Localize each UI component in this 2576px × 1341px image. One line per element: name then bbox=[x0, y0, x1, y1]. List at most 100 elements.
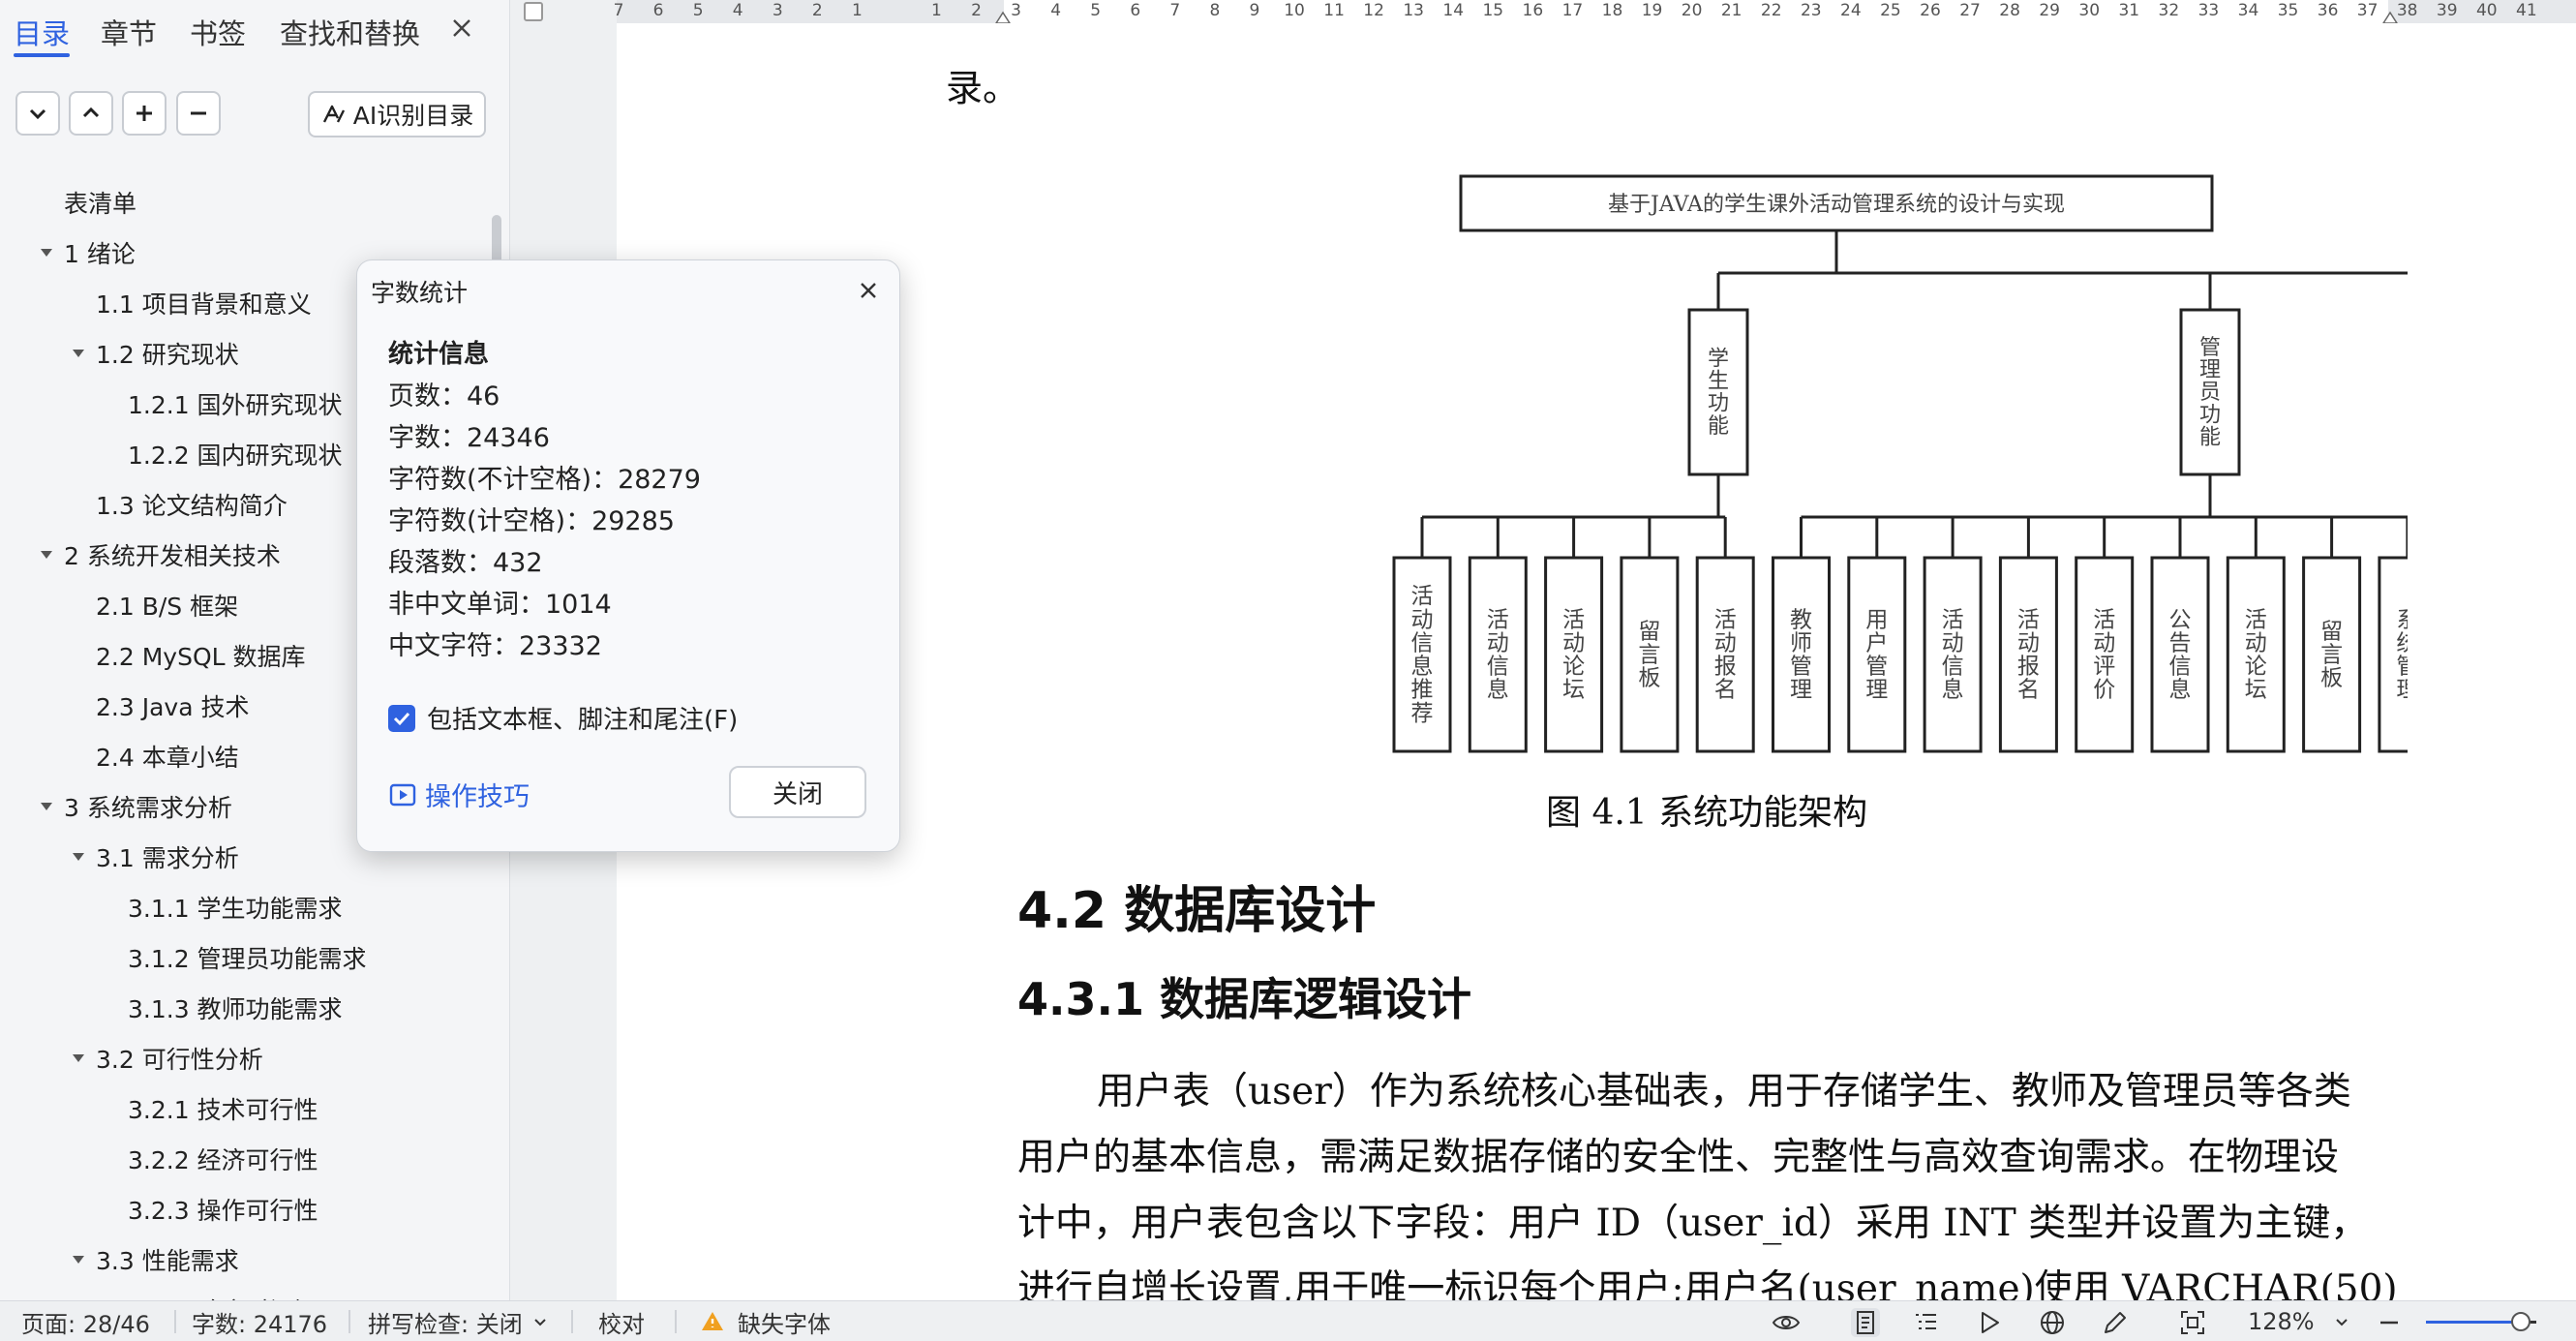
zoom-slider-knob[interactable] bbox=[2511, 1312, 2531, 1331]
ruler-number: 36 bbox=[2317, 1, 2339, 20]
right-indent-marker[interactable] bbox=[2381, 10, 2399, 24]
ruler-number: 40 bbox=[2475, 1, 2498, 20]
diagram-label: 管理员功能 bbox=[2199, 336, 2221, 449]
toc-item[interactable]: 1.2 研究现状 bbox=[96, 329, 239, 378]
toc-item[interactable]: 3.1.1 学生功能需求 bbox=[128, 883, 343, 931]
toc-item[interactable]: 3.1 需求分析 bbox=[96, 833, 239, 881]
paragraph-line: 进行自增长设置,用于唯一标识每个用户;用户名(user_name)使用 VARC… bbox=[1017, 1267, 2398, 1300]
proofread-button[interactable]: 校对 bbox=[598, 1301, 645, 1341]
tips-label: 操作技巧 bbox=[425, 782, 530, 812]
zoom-out-icon[interactable] bbox=[2375, 1308, 2404, 1337]
toc-item[interactable]: 2 系统开发相关技术 bbox=[64, 531, 281, 579]
figure-caption: 图 4.1 系统功能架构 bbox=[1546, 793, 1868, 833]
diagram-label: 系统管理 bbox=[2396, 607, 2408, 702]
page-view-icon[interactable] bbox=[1851, 1308, 1880, 1337]
tab-find-replace[interactable]: 查找和替换 bbox=[280, 12, 420, 52]
ruler-number: 27 bbox=[1959, 1, 1981, 20]
page-indicator[interactable]: 页面: 28/46 bbox=[21, 1301, 150, 1341]
minus-icon bbox=[191, 111, 206, 115]
dialog-close-icon[interactable] bbox=[854, 276, 883, 305]
toc-item[interactable]: 2.1 B/S 框架 bbox=[96, 581, 238, 629]
toc-item[interactable]: 3.3 性能需求 bbox=[96, 1235, 239, 1284]
ruler-number: 28 bbox=[1999, 1, 2020, 20]
toc-item[interactable]: 1.2.2 国内研究现状 bbox=[128, 430, 343, 478]
ruler-number: 4 bbox=[732, 1, 743, 20]
tab-bookmarks[interactable]: 书签 bbox=[190, 12, 246, 52]
toc-expand-caret-icon[interactable] bbox=[71, 849, 86, 865]
stat-paragraphs: 段落数：432 bbox=[388, 548, 543, 578]
stat-chars-no-spaces: 字符数(不计空格)：28279 bbox=[388, 465, 701, 495]
web-view-icon[interactable] bbox=[2038, 1308, 2067, 1337]
toc-expand-caret-icon[interactable] bbox=[39, 547, 54, 563]
toc-item[interactable]: 1.3 论文结构简介 bbox=[96, 480, 288, 529]
fit-page-icon[interactable] bbox=[2178, 1308, 2207, 1337]
ruler-number: 15 bbox=[1482, 1, 1504, 20]
toc-item[interactable]: 1 绪论 bbox=[64, 229, 136, 277]
document-page[interactable]: 录。 基于JAVA的学生课外活动管理系统的设计与实现学生功能管理员功能教师功能活… bbox=[617, 23, 2576, 1300]
diagram-label: 活动信息推荐 bbox=[1411, 584, 1434, 726]
collapse-down-button[interactable] bbox=[15, 91, 60, 136]
left-indent-marker[interactable] bbox=[994, 10, 1012, 24]
checkbox-label: 包括文本框、脚注和尾注(F) bbox=[427, 706, 739, 735]
toc-item[interactable]: 3.1.2 管理员功能需求 bbox=[128, 933, 367, 982]
play-video-icon bbox=[389, 783, 416, 806]
ruler-number: 29 bbox=[2039, 1, 2060, 20]
diagram-label: 活动报名 bbox=[1714, 607, 1737, 702]
ruler-number: 16 bbox=[1522, 1, 1544, 20]
remove-heading-button[interactable] bbox=[176, 91, 221, 136]
ai-toc-button[interactable]: AI识别目录 bbox=[308, 91, 486, 137]
collapse-up-button[interactable] bbox=[69, 91, 113, 136]
toc-expand-caret-icon[interactable] bbox=[71, 1051, 86, 1066]
toc-item[interactable]: 3 系统需求分析 bbox=[64, 782, 232, 831]
tab-toc[interactable]: 目录 bbox=[14, 12, 70, 52]
toc-expand-caret-icon[interactable] bbox=[39, 245, 54, 260]
toc-expand-caret-icon[interactable] bbox=[39, 799, 54, 814]
include-textbox-checkbox[interactable]: 包括文本框、脚注和尾注(F) bbox=[388, 700, 738, 736]
ruler-number: 41 bbox=[2516, 1, 2537, 20]
spellcheck-toggle[interactable]: 拼写检查: 关闭 bbox=[368, 1301, 548, 1341]
toc-item[interactable]: 表清单 bbox=[64, 178, 136, 227]
missing-font-button[interactable]: 缺失字体 bbox=[701, 1301, 831, 1341]
play-icon[interactable] bbox=[1975, 1308, 2004, 1337]
toc-item[interactable]: 1.2.1 国外研究现状 bbox=[128, 380, 343, 428]
close-button[interactable]: 关闭 bbox=[729, 766, 866, 818]
close-pane-icon[interactable] bbox=[447, 14, 476, 43]
status-bar: 页面: 28/46 字数: 24176 拼写检查: 关闭 校对 缺失字体 128… bbox=[0, 1300, 2576, 1341]
ruler-number: 25 bbox=[1880, 1, 1901, 20]
ruler-number: 21 bbox=[1720, 1, 1743, 20]
heading-logical-design: 4.3.1 数据库逻辑设计 bbox=[1017, 973, 1471, 1025]
plus-icon bbox=[136, 106, 152, 121]
toc-expand-caret-icon[interactable] bbox=[71, 1252, 86, 1267]
diagram-label: 活动报名 bbox=[2017, 607, 2040, 702]
toc-item[interactable]: 3.2 可行性分析 bbox=[96, 1034, 263, 1082]
word-count-indicator[interactable]: 字数: 24176 bbox=[192, 1301, 327, 1341]
tips-link[interactable]: 操作技巧 bbox=[388, 776, 530, 813]
add-heading-button[interactable] bbox=[122, 91, 167, 136]
zoom-dropdown[interactable]: 128% bbox=[2248, 1301, 2349, 1341]
checkbox-checked-icon[interactable] bbox=[388, 704, 415, 732]
horizontal-ruler[interactable]: 7 6 5 4 3 2 1 1 2 3 4 5 6 7 8 9 10 11 12 13 14 15 16 17 18 19 20 21… bbox=[614, 0, 2576, 24]
toc-item[interactable]: 2.3 Java 技术 bbox=[96, 682, 249, 730]
ruler-number: 18 bbox=[1601, 1, 1623, 20]
toc-item[interactable]: 3.2.3 操作可行性 bbox=[128, 1185, 318, 1234]
toc-item[interactable]: 3.1.3 教师功能需求 bbox=[128, 984, 343, 1032]
toc-item[interactable]: 3.3.1 响应时间短 bbox=[128, 1286, 318, 1300]
ruler-number: 5 bbox=[1090, 1, 1102, 20]
toc-item[interactable]: 2.2 MySQL 数据库 bbox=[96, 631, 306, 680]
toc-expand-caret-icon[interactable] bbox=[71, 346, 86, 361]
diagram-label: 留言板 bbox=[1638, 619, 1660, 690]
toc-item[interactable]: 3.2.2 经济可行性 bbox=[128, 1135, 318, 1183]
status-separator bbox=[349, 1310, 350, 1333]
toc-item[interactable]: 2.4 本章小结 bbox=[96, 732, 239, 780]
ruler-number: 6 bbox=[652, 1, 664, 20]
toc-item[interactable]: 3.2.1 技术可行性 bbox=[128, 1084, 318, 1133]
eye-protection-icon[interactable] bbox=[1772, 1308, 1801, 1337]
toc-item[interactable]: 1.1 项目背景和意义 bbox=[96, 279, 312, 327]
tab-stop-selector[interactable] bbox=[524, 2, 543, 21]
outline-view-icon[interactable] bbox=[1911, 1308, 1940, 1337]
tab-chapters[interactable]: 章节 bbox=[101, 12, 157, 52]
function-architecture-diagram: 基于JAVA的学生课外活动管理系统的设计与实现学生功能管理员功能教师功能活动信息… bbox=[1392, 174, 2408, 753]
ruler-number: 2 bbox=[971, 1, 982, 20]
ruler-number: 31 bbox=[2118, 1, 2140, 20]
pen-icon[interactable] bbox=[2101, 1308, 2130, 1337]
